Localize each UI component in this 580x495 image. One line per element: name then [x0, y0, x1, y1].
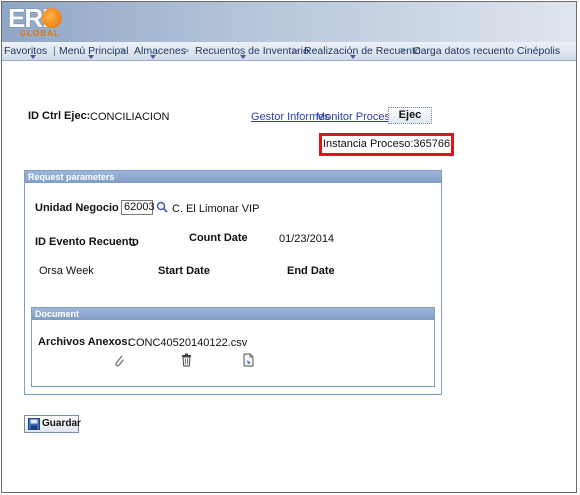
start-date-label: Start Date [158, 265, 210, 277]
id-evento-label: ID Evento Recuento [35, 236, 139, 248]
nav-separator: > [183, 45, 190, 57]
unidad-negocio-input[interactable]: 62003 [121, 200, 155, 215]
breadcrumb: Favoritos | Menú Principal > Almacenes >… [2, 42, 576, 61]
chevron-down-icon[interactable] [88, 55, 94, 59]
guardar-label: Guardar [42, 418, 81, 429]
logo-sub: GLOBAL [20, 29, 60, 38]
search-icon[interactable] [156, 201, 168, 213]
archivos-anexos-label: Archivos Anexos: [38, 336, 132, 348]
id-ctrl-value: CONCILIACION [90, 111, 170, 123]
count-date-label: Count Date [189, 232, 248, 244]
attach-icon[interactable] [113, 353, 125, 367]
id-evento-value: 1 [130, 237, 137, 249]
nav-separator: > [120, 45, 127, 57]
unidad-negocio-desc: C. El Limonar VIP [172, 203, 260, 215]
document-header: Document [32, 308, 434, 320]
erp-logo: ERP GLOBAL [8, 3, 68, 39]
nav-favoritos[interactable]: Favoritos [4, 45, 47, 57]
request-parameters-group: Request parameters Unidad Negocio 62003 … [24, 170, 442, 395]
nav-separator: > [292, 45, 299, 57]
save-icon [28, 418, 40, 430]
guardar-button[interactable]: Guardar [24, 415, 81, 433]
globe-icon [42, 8, 62, 28]
chevron-down-icon[interactable] [150, 55, 156, 59]
nav-carga-datos[interactable]: Carga datos recuento Cinépolis [413, 45, 560, 57]
delete-icon[interactable] [181, 353, 192, 367]
nav-separator: > [400, 45, 407, 57]
end-date-label: End Date [287, 265, 335, 277]
count-date-value: 01/23/2014 [279, 233, 335, 245]
nav-separator: | [53, 45, 56, 57]
chevron-down-icon[interactable] [30, 55, 36, 59]
view-file-icon[interactable] [243, 353, 255, 367]
app-header: ERP GLOBAL [2, 2, 576, 42]
ejec-button[interactable]: Ejec [388, 107, 432, 124]
archivo-filename[interactable]: CONC40520140122.csv [128, 337, 247, 349]
instancia-proceso: Instancia Proceso:365766 [319, 133, 454, 156]
chevron-down-icon[interactable] [240, 55, 246, 59]
unidad-negocio-label: Unidad Negocio [35, 202, 119, 214]
request-parameters-header: Request parameters [25, 171, 441, 183]
document-group: Document Archivos Anexos: CONC4052014012… [31, 307, 435, 387]
nav-almacenes[interactable]: Almacenes [134, 45, 186, 57]
id-ctrl-label: ID Ctrl Ejec: [28, 110, 91, 122]
orsa-week-label: Orsa Week [39, 265, 94, 277]
app-window: ERP GLOBAL Favoritos | Menú Principal > … [1, 1, 577, 493]
chevron-down-icon[interactable] [350, 55, 356, 59]
